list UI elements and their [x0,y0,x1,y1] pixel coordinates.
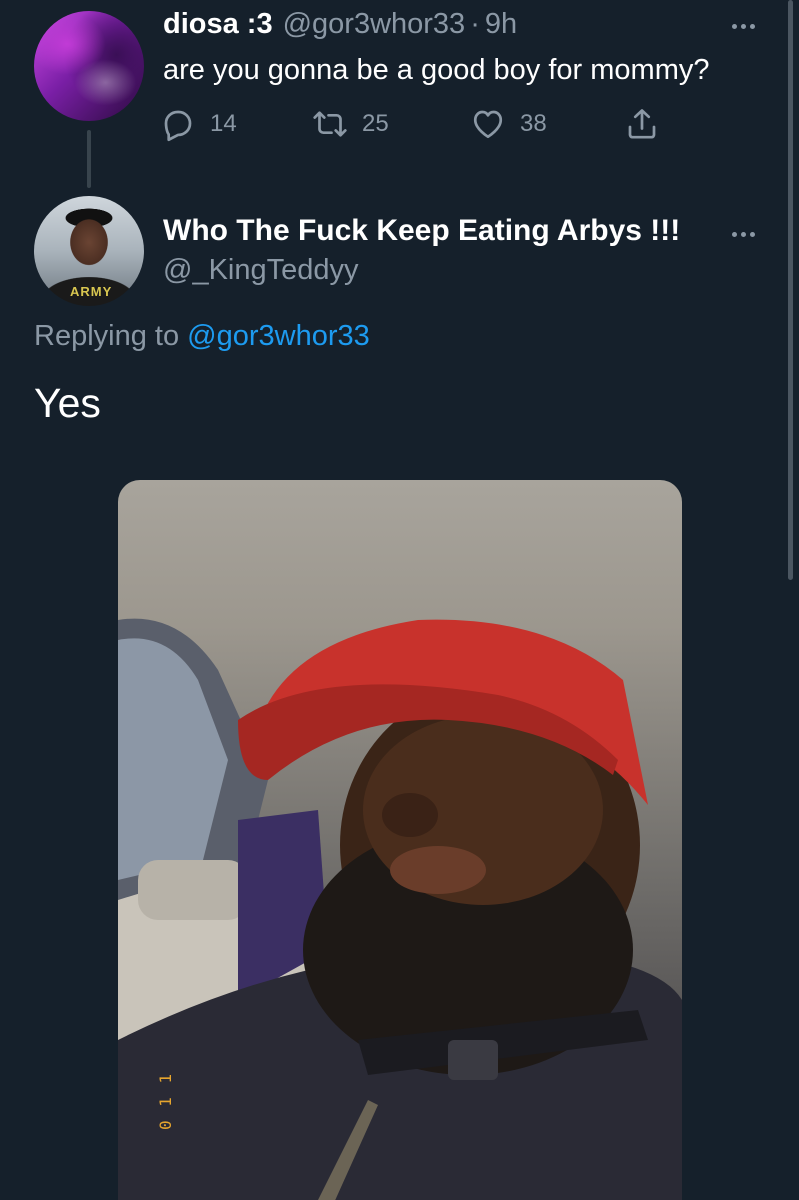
avatar[interactable] [34,11,144,121]
scrollbar[interactable] [788,0,793,580]
parent-display-name[interactable]: diosa :3 [163,8,273,41]
retweet-button[interactable]: 25 [312,104,389,144]
reply-handle[interactable]: @_KingTeddyy [163,254,359,287]
replying-to-label: Replying to [34,320,180,352]
reply-display-name[interactable]: Who The Fuck Keep Eating Arbys !!! [163,214,680,248]
parent-tweet-text: are you gonna be a good boy for mommy? [163,54,710,86]
reply-button[interactable]: 14 [160,104,237,144]
share-icon [628,109,656,139]
avatar-shirt-text: ARMY [70,284,113,299]
more-dots-icon[interactable] [723,14,763,38]
replying-to-mention[interactable]: @gor3whor33 [187,320,370,352]
tweet-photo[interactable]: 0 1 1 [118,480,682,1200]
retweet-count: 25 [362,110,389,137]
separator-dot: · [470,8,480,40]
tweet-thread-page: diosa :3 @gor3whor33 · 9h are you gonna … [0,0,799,1200]
parent-timestamp[interactable]: 9h [485,8,517,41]
replying-to-line: Replying to @gor3whor33 [34,320,370,353]
reply-icon [164,110,192,142]
reply-tweet-text: Yes [34,380,101,426]
selfie-photo-illustration [118,618,682,1200]
heart-icon [473,110,503,139]
photo-date-stamp: 0 1 1 [156,1071,175,1130]
reply-count: 14 [210,110,237,137]
parent-handle[interactable]: @gor3whor33 [283,8,466,41]
parent-tweet-header: diosa :3 @gor3whor33 · 9h [163,8,517,48]
like-button[interactable]: 38 [470,104,547,144]
thread-connector-line [87,130,91,188]
more-dots-icon[interactable] [723,222,763,246]
retweet-icon [313,111,347,137]
like-count: 38 [520,110,547,137]
share-button[interactable] [624,104,660,144]
avatar[interactable]: ARMY [34,196,144,306]
